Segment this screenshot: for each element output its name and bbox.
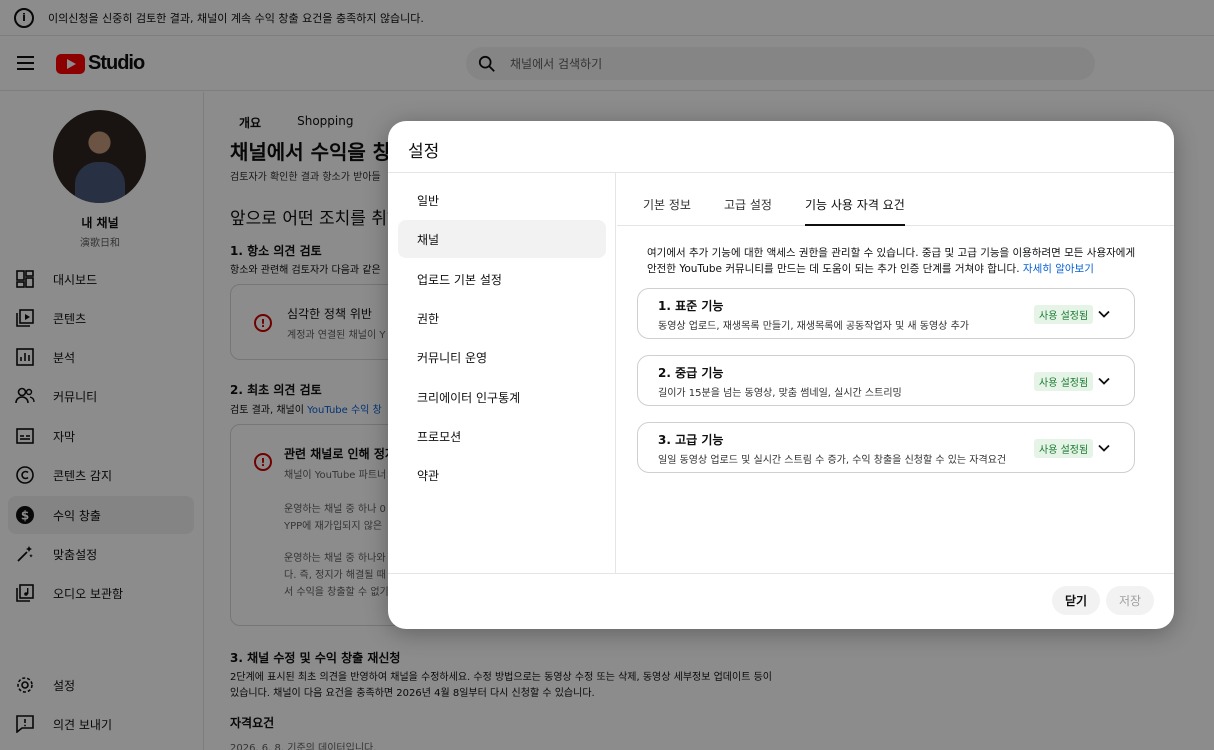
menu-item-general[interactable]: 일반 <box>398 181 606 219</box>
learn-more-link[interactable]: 자세히 알아보기 <box>1023 263 1094 275</box>
feature-title: 1. 표준 기능 <box>658 299 724 313</box>
menu-item-upload-defaults[interactable]: 업로드 기본 설정 <box>398 260 606 298</box>
status-badge: 사용 설정됨 <box>1034 439 1094 458</box>
save-button[interactable]: 저장 <box>1106 586 1154 615</box>
chevron-down-icon[interactable] <box>1096 373 1112 389</box>
feature-advanced[interactable]: 3. 고급 기능 일일 동영상 업로드 및 실시간 스트림 수 증가, 수익 창… <box>637 422 1135 473</box>
feature-title: 3. 고급 기능 <box>658 433 724 447</box>
menu-item-community[interactable]: 커뮤니티 운영 <box>398 338 606 376</box>
status-badge: 사용 설정됨 <box>1034 372 1094 391</box>
feature-standard[interactable]: 1. 표준 기능 동영상 업로드, 재생목록 만들기, 재생목록에 공동작업자 … <box>637 288 1135 339</box>
settings-menu: 일반 채널 업로드 기본 설정 권한 커뮤니티 운영 크리에이터 인구통계 프로… <box>388 173 616 573</box>
channel-tabs: 기본 정보 고급 설정 기능 사용 자격 요건 <box>617 173 1174 226</box>
dialog-title: 설정 <box>408 142 440 162</box>
menu-item-terms[interactable]: 약관 <box>398 456 606 494</box>
menu-item-permissions[interactable]: 권한 <box>398 299 606 337</box>
menu-item-creator-demographics[interactable]: 크리에이터 인구통계 <box>398 378 606 416</box>
menu-item-promotions[interactable]: 프로모션 <box>398 417 606 455</box>
divider <box>388 573 1174 574</box>
settings-panel: 기본 정보 고급 설정 기능 사용 자격 요건 여기에서 추가 기능에 대한 액… <box>617 173 1174 573</box>
menu-item-channel[interactable]: 채널 <box>398 220 606 258</box>
tab-advanced-settings[interactable]: 고급 설정 <box>724 196 772 226</box>
chevron-down-icon[interactable] <box>1096 440 1112 456</box>
tab-basic-info[interactable]: 기본 정보 <box>643 196 691 226</box>
eligibility-description: 여기에서 추가 기능에 대한 액세스 권한을 관리할 수 있습니다. 중급 및 … <box>647 245 1137 277</box>
feature-intermediate[interactable]: 2. 중급 기능 길이가 15분을 넘는 동영상, 맞춤 썸네일, 실시간 스트… <box>637 355 1135 406</box>
chevron-down-icon[interactable] <box>1096 306 1112 322</box>
feature-desc: 동영상 업로드, 재생목록 만들기, 재생목록에 공동작업자 및 새 동영상 추… <box>658 321 969 332</box>
feature-title: 2. 중급 기능 <box>658 366 724 380</box>
status-badge: 사용 설정됨 <box>1034 305 1094 324</box>
settings-dialog: 설정 일반 채널 업로드 기본 설정 권한 커뮤니티 운영 크리에이터 인구통계… <box>388 121 1174 629</box>
feature-desc: 일일 동영상 업로드 및 실시간 스트림 수 증가, 수익 창출을 신청할 수 … <box>658 455 1007 466</box>
feature-desc: 길이가 15분을 넘는 동영상, 맞춤 썸네일, 실시간 스트리밍 <box>658 388 902 399</box>
tab-feature-eligibility[interactable]: 기능 사용 자격 요건 <box>805 196 905 226</box>
close-button[interactable]: 닫기 <box>1052 586 1100 615</box>
